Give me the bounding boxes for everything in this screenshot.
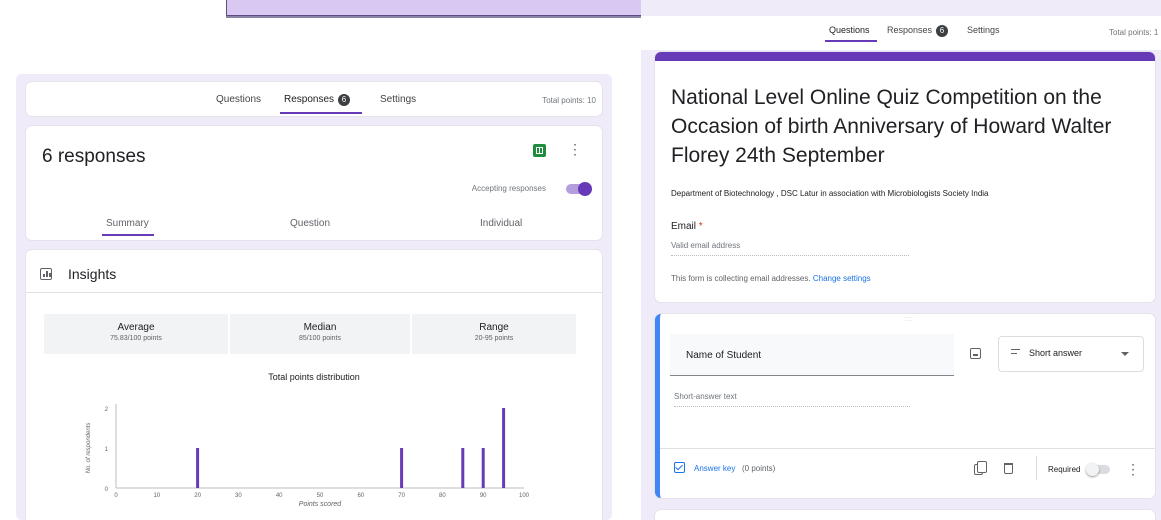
short-answer-icon <box>1011 349 1020 357</box>
total-points: Total points: 10 <box>542 96 596 105</box>
y-axis-label: No. of respondents <box>86 423 92 474</box>
question-title: Name of Student <box>686 350 762 361</box>
x-tick-label: 100 <box>519 493 530 499</box>
form-title[interactable]: National Level Online Quiz Competition o… <box>671 83 1141 170</box>
responses-panel: Questions Responses 6 Settings Total poin… <box>16 74 612 520</box>
active-tab-indicator <box>280 112 362 114</box>
x-tick-label: 60 <box>357 493 364 499</box>
points-distribution-chart: 0120 10 20 30 40 50 60 70 80 90 100Points scoredNo… <box>86 404 530 508</box>
question-card[interactable]: ::: Name of Student Short answer Short-a… <box>655 314 1155 498</box>
points-label: (0 points) <box>742 464 776 473</box>
insights-icon <box>40 268 52 280</box>
stat-range: Range 20-95 points <box>412 314 576 354</box>
x-tick-label: 70 <box>398 493 405 499</box>
stat-average: Average 75.83/100 points <box>44 314 228 354</box>
subtab-individual[interactable]: Individual <box>480 218 522 229</box>
stat-label: Average <box>117 322 155 333</box>
x-tick-label: 90 <box>480 493 487 499</box>
y-tick-label: 1 <box>105 447 109 453</box>
answer-key-link[interactable]: Answer key <box>694 464 735 473</box>
collecting-emails-text: This form is collecting email addresses. <box>671 274 811 283</box>
required-asterisk: * <box>698 221 703 232</box>
stat-value: 75.83/100 points <box>110 335 162 342</box>
tab-responses-label: Responses <box>887 25 933 35</box>
x-axis-label: Points scored <box>299 501 343 508</box>
divider <box>26 292 602 293</box>
email-label: Email * <box>671 221 703 232</box>
required-toggle[interactable] <box>1086 463 1110 476</box>
question-type-label: Short answer <box>1029 348 1083 358</box>
more-options-icon[interactable]: ⋮ <box>568 142 582 156</box>
stat-label: Range <box>479 322 509 333</box>
drag-handle-icon[interactable]: ::: <box>905 316 914 323</box>
required-label: Required <box>1048 465 1081 474</box>
change-settings-link[interactable]: Change settings <box>813 274 871 283</box>
tab-questions[interactable]: Questions <box>216 94 261 105</box>
subtab-question[interactable]: Question <box>290 218 330 229</box>
x-tick-label: 10 <box>153 493 160 499</box>
summary-tab-indicator <box>102 234 154 236</box>
accepting-responses-label: Accepting responses <box>471 184 546 193</box>
email-field: Valid email address <box>671 241 909 256</box>
chart-bar <box>400 448 404 488</box>
add-image-icon[interactable] <box>970 348 981 359</box>
total-points: Total points: 1 <box>1109 28 1159 37</box>
chart-bar <box>502 408 506 488</box>
responses-count-badge: 6 <box>338 94 351 106</box>
subtab-summary[interactable]: Summary <box>106 218 149 229</box>
duplicate-icon[interactable] <box>974 461 987 475</box>
form-description[interactable]: Department of Biotechnology , DSC Latur … <box>671 189 989 198</box>
stat-value: 85/100 points <box>298 335 342 342</box>
answer-key-icon[interactable] <box>674 462 685 473</box>
more-options-icon[interactable]: ⋮ <box>1126 462 1140 476</box>
stat-value: 20-95 points <box>474 335 514 342</box>
responses-card: 6 responses ⋮ Accepting responses Summar… <box>26 126 602 240</box>
form-editor-panel: Questions Responses 6 Settings Total poin… <box>641 0 1161 520</box>
chart-bar <box>481 448 485 488</box>
chart-bar <box>461 448 465 488</box>
active-tab-indicator <box>825 40 877 42</box>
responses-count-badge: 6 <box>936 25 949 37</box>
y-tick-label: 2 <box>105 407 109 413</box>
toggle-knob <box>1086 463 1099 476</box>
x-tick-label: 0 <box>114 493 118 499</box>
responses-count-heading: 6 responses <box>42 146 146 167</box>
sheets-icon[interactable] <box>533 144 546 157</box>
tab-bar: Questions Responses 6 Settings Total poin… <box>641 16 1161 50</box>
tab-responses-label: Responses <box>284 94 335 105</box>
toggle-knob <box>578 182 592 196</box>
insights-title: Insights <box>68 266 117 282</box>
divider <box>1036 456 1037 480</box>
x-tick-label: 40 <box>276 493 283 499</box>
tab-responses[interactable]: Responses 6 <box>887 25 949 37</box>
x-tick-label: 80 <box>439 493 446 499</box>
email-label-text: Email <box>671 221 697 232</box>
form-header-card[interactable]: National Level Online Quiz Competition o… <box>655 52 1155 302</box>
chart-bar <box>196 448 200 488</box>
y-tick-label: 0 <box>105 487 109 493</box>
divider <box>660 448 1155 449</box>
short-answer-placeholder: Short-answer text <box>674 392 910 407</box>
x-tick-label: 50 <box>317 493 324 499</box>
insights-card: Insights Average 75.83/100 points Median… <box>26 250 602 520</box>
x-tick-label: 30 <box>235 493 242 499</box>
tab-bar: Questions Responses 6 Settings Total poin… <box>26 82 602 116</box>
next-question-card[interactable] <box>655 510 1155 520</box>
stat-median: Median 85/100 points <box>230 314 410 354</box>
tab-questions[interactable]: Questions <box>829 25 870 35</box>
tab-settings[interactable]: Settings <box>380 94 416 105</box>
question-type-select[interactable]: Short answer <box>998 336 1144 372</box>
chevron-down-icon <box>1121 352 1129 356</box>
tab-responses[interactable]: Responses 6 <box>284 94 351 106</box>
tab-settings[interactable]: Settings <box>967 25 1000 35</box>
question-title-input[interactable]: Name of Student <box>670 334 954 376</box>
delete-icon[interactable] <box>1004 463 1013 474</box>
x-tick-label: 20 <box>194 493 201 499</box>
stat-label: Median <box>303 322 337 333</box>
collecting-emails-note: This form is collecting email addresses.… <box>671 274 871 283</box>
accepting-responses-toggle[interactable] <box>566 182 592 196</box>
